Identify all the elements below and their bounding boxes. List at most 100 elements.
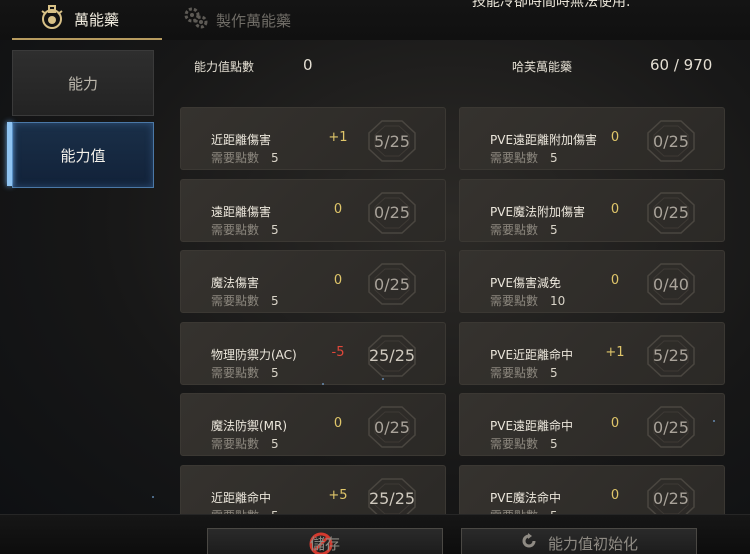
save-button[interactable]: 儲存: [207, 528, 443, 554]
stat-card[interactable]: 遠距離傷害需要點數 5 0 0/25: [180, 178, 446, 242]
cooldown-notice: 技能冷卻時間時無法使用.: [472, 0, 631, 10]
required-points-value: 5: [271, 437, 279, 451]
stat-card[interactable]: PVE魔法附加傷害 需要點數 5 0 0/25: [459, 178, 725, 242]
required-points-label: 需要點數: [490, 294, 539, 308]
stat-level-gauge[interactable]: 0/25: [365, 404, 419, 450]
required-points: 需要點數 5: [490, 149, 558, 166]
stat-name: 魔法傷害: [211, 276, 260, 290]
required-points: 需要點數 5: [211, 149, 279, 166]
required-points-value: 5: [271, 222, 279, 237]
stat-level: 0/25: [653, 417, 689, 437]
stat-bonus: 0: [610, 416, 620, 431]
required-points-value: 5: [550, 151, 558, 165]
stat-level-gauge[interactable]: 0/25: [365, 261, 419, 307]
stat-card[interactable]: PVE遠距離命中 需要點數 5 0 0/25: [459, 393, 725, 456]
tab-craft-elixir-label: 製作萬能藥: [216, 11, 292, 30]
required-points: 需要點數 5: [490, 364, 558, 381]
stat-level: 0/25: [653, 131, 689, 151]
sidebar-item-label: 能力: [67, 74, 98, 93]
stat-level-gauge[interactable]: 5/25: [365, 118, 419, 164]
required-points-value: 5: [550, 365, 558, 380]
stat-level-gauge[interactable]: 0/25: [644, 190, 698, 236]
stat-level: 0/25: [653, 203, 689, 222]
required-points-label: 需要點數: [490, 365, 539, 380]
sidebar-item-label: 能力值: [60, 146, 106, 165]
required-points-value: 5: [550, 222, 558, 237]
sparkle: [152, 496, 154, 498]
stat-name: PVE魔法附加傷害: [490, 204, 586, 219]
stat-name: 近距離命中: [211, 490, 272, 505]
stat-bonus: 0: [610, 487, 620, 503]
stat-card[interactable]: PVE遠距離附加傷害 需要點數 5 0 0/25: [459, 107, 725, 170]
required-points-value: 10: [550, 294, 566, 308]
stat-level: 0/25: [374, 417, 410, 437]
stat-card[interactable]: 魔法防禦(MR) 需要點數 5 0 0/25: [180, 393, 446, 456]
stat-name: 魔法防禦(MR): [211, 419, 288, 433]
stat-name: PVE魔法命中: [490, 490, 562, 505]
stat-level-gauge[interactable]: 0/25: [644, 404, 698, 450]
stat-panel: 能力值點數 0 哈芙萬能藥 60 / 970 近距離傷害需要點數 5 +1 5/25 遠…: [170, 40, 750, 528]
elixir-value: 60 / 970: [650, 56, 713, 74]
required-points-label: 需要點數: [211, 365, 260, 380]
required-points-value: 5: [550, 437, 558, 451]
sparkle: [713, 420, 715, 422]
stat-bonus: -5: [331, 344, 345, 360]
required-points: 需要點數 5: [490, 221, 558, 238]
required-points: 需要點數 10: [490, 292, 565, 309]
sparkle: [382, 378, 384, 380]
required-points-label: 需要點數: [211, 222, 260, 237]
required-points: 需要點數 5: [490, 435, 558, 452]
points-label: 能力值點數: [194, 60, 255, 74]
required-points: 需要點數 5: [211, 364, 279, 381]
stat-level: 0/25: [374, 274, 410, 294]
required-points-value: 5: [271, 294, 279, 308]
craft-gears-icon: [182, 4, 210, 36]
tab-elixir[interactable]: 萬能藥: [12, 0, 162, 40]
stat-name: PVE傷害減免: [490, 276, 562, 290]
reset-stats-button[interactable]: 能力值初始化: [461, 528, 697, 554]
stat-card[interactable]: PVE傷害減免 需要點數 10 0 0/40: [459, 250, 725, 313]
stat-level-gauge[interactable]: 5/25: [644, 333, 698, 379]
stat-name: 遠距離傷害: [211, 204, 272, 219]
stat-level: 25/25: [368, 489, 416, 508]
required-points-label: 需要點數: [490, 151, 539, 165]
required-points: 需要點數 5: [211, 221, 279, 238]
stat-level: 0/25: [653, 489, 689, 508]
stat-level-gauge[interactable]: 0/40: [644, 261, 698, 307]
stat-name: 近距離傷害: [211, 133, 272, 147]
stat-level-gauge[interactable]: 25/25: [365, 333, 419, 379]
stat-bonus: +1: [605, 344, 625, 360]
stat-bonus: 0: [610, 201, 620, 217]
stat-bonus: 0: [610, 130, 620, 145]
points-value: 0: [303, 56, 313, 74]
stat-level-gauge[interactable]: 0/25: [644, 118, 698, 164]
sidebar-item-ability[interactable]: 能力: [12, 50, 154, 116]
sidebar: 能力 能力值: [0, 40, 170, 520]
required-points-label: 需要點數: [490, 437, 539, 451]
tab-craft-elixir[interactable]: 製作萬能藥: [182, 0, 332, 40]
required-points-label: 需要點數: [211, 151, 260, 165]
required-points-label: 需要點數: [211, 294, 260, 308]
elixir-flask-icon: [38, 3, 66, 35]
reset-button-label: 能力值初始化: [547, 534, 638, 553]
stat-card[interactable]: PVE近距離命中 需要點數 5 +1 5/25: [459, 321, 725, 385]
stat-bonus: 0: [333, 201, 343, 217]
sidebar-item-stat-values[interactable]: 能力值: [12, 122, 154, 188]
stat-card[interactable]: 物理防禦力(AC) 需要點數 5 -5 25/25: [180, 321, 446, 385]
required-points-value: 5: [271, 365, 279, 380]
stat-level: 5/25: [374, 131, 410, 151]
stat-card[interactable]: 魔法傷害需要點數 5 0 0/25: [180, 250, 446, 313]
tab-elixir-label: 萬能藥: [74, 10, 120, 29]
stat-card[interactable]: 近距離傷害 需要點數 5 +1 5/25: [180, 107, 446, 170]
stat-bonus: 0: [333, 416, 343, 431]
stat-level: 5/25: [653, 346, 689, 365]
stat-name: PVE遠距離附加傷害: [490, 133, 598, 147]
reset-icon: [520, 532, 538, 554]
stat-level-gauge[interactable]: 0/25: [365, 190, 419, 236]
save-button-label: 儲存: [309, 534, 340, 553]
stat-name: 物理防禦力(AC): [211, 347, 297, 362]
stat-bonus: 0: [610, 273, 620, 288]
elixir-label: 哈芙萬能藥: [512, 60, 573, 74]
stat-bonus: 0: [333, 273, 343, 288]
required-points: 需要點數 5: [211, 435, 279, 452]
